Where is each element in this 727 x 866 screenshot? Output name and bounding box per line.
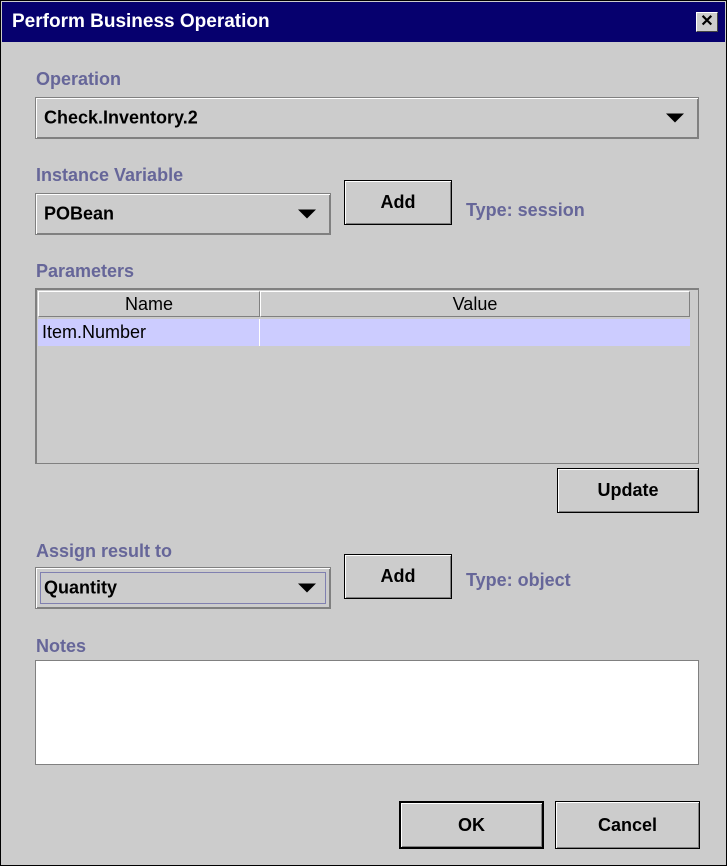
update-button[interactable]: Update <box>557 468 699 513</box>
add-instance-variable-button[interactable]: Add <box>344 180 452 225</box>
parameters-table-header: Name Value <box>38 291 690 317</box>
parameters-table[interactable]: Name Value Item.Number <box>35 288 699 464</box>
table-cell-name[interactable]: Item.Number <box>38 319 260 346</box>
instance-variable-select[interactable]: POBean <box>35 193 331 235</box>
operation-select[interactable]: Check.Inventory.2 <box>35 97 699 139</box>
assign-result-type: Type: object <box>466 570 571 590</box>
instance-variable-selected-value: POBean <box>44 203 115 224</box>
close-icon: ✕ <box>700 13 714 30</box>
dialog-title: Perform Business Operation <box>12 11 270 32</box>
table-cell-value[interactable] <box>260 319 690 346</box>
notes-textarea[interactable] <box>35 660 699 765</box>
parameters-label: Parameters <box>36 261 135 281</box>
operation-label: Operation <box>36 69 122 89</box>
column-header-name[interactable]: Name <box>38 291 260 317</box>
chevron-down-icon <box>298 209 316 219</box>
close-button[interactable]: ✕ <box>696 12 718 32</box>
table-row[interactable]: Item.Number <box>38 319 690 346</box>
cancel-button[interactable]: Cancel <box>555 801 700 849</box>
assign-result-selected-value: Quantity <box>44 577 118 598</box>
column-header-value[interactable]: Value <box>260 291 690 317</box>
perform-business-operation-dialog: Perform Business Operation ✕ Operation C… <box>0 0 727 866</box>
chevron-down-icon <box>298 583 316 593</box>
instance-variable-type: Type: session <box>466 200 585 220</box>
chevron-down-icon <box>666 113 684 123</box>
instance-variable-label: Instance Variable <box>36 165 184 185</box>
ok-button[interactable]: OK <box>399 801 544 849</box>
add-result-button[interactable]: Add <box>344 554 452 599</box>
assign-result-select[interactable]: Quantity <box>35 567 331 609</box>
notes-label: Notes <box>36 636 87 656</box>
assign-result-label: Assign result to <box>36 541 173 561</box>
title-bar[interactable]: Perform Business Operation ✕ <box>2 2 725 42</box>
operation-selected-value: Check.Inventory.2 <box>44 107 198 128</box>
